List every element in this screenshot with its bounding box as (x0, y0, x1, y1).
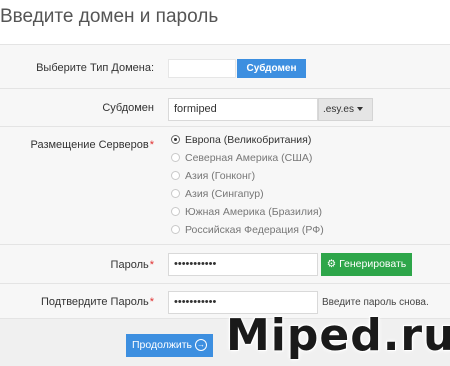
server-option-south-america[interactable]: Южная Америка (Бразилия) (171, 206, 322, 218)
password-label-text: Пароль (110, 259, 149, 271)
server-option-label: Азия (Сингапур) (185, 188, 264, 200)
server-location-label: Размещение Серверов* (30, 139, 154, 151)
continue-label: Продолжить (131, 339, 193, 351)
domain-type-row: Выберите Тип Домена: Субдомен (0, 44, 450, 89)
generate-password-button[interactable]: ⚙ Генерировать (321, 253, 412, 276)
server-option-label: Европа (Великобритания) (185, 134, 312, 146)
radio-icon (171, 207, 180, 216)
server-option-label: Российская Федерация (РФ) (185, 224, 324, 236)
radio-icon (171, 189, 180, 198)
radio-icon (171, 225, 180, 234)
server-location-label-text: Размещение Серверов (30, 139, 149, 151)
domain-type-label: Выберите Тип Домена: (36, 62, 154, 74)
domain-suffix-value: .esy.es (323, 104, 354, 115)
domain-suffix-select[interactable]: .esy.es (318, 98, 373, 121)
generate-password-label: Генерировать (339, 258, 407, 270)
server-option-asia-sg[interactable]: Азия (Сингапур) (171, 188, 264, 200)
confirm-password-hint: Введите пароль снова. (322, 297, 429, 308)
password-input[interactable]: ••••••••••• (168, 253, 318, 276)
radio-icon (171, 153, 180, 162)
subdomain-row: Субдомен formiped .esy.es (0, 88, 450, 127)
server-option-label: Южная Америка (Бразилия) (185, 206, 323, 218)
chevron-down-icon (356, 107, 363, 112)
server-option-label: Северная Америка (США) (185, 152, 313, 164)
password-label: Пароль* (111, 259, 154, 271)
required-mark: * (149, 296, 154, 308)
server-option-north-america[interactable]: Северная Америка (США) (171, 152, 312, 164)
password-row: Пароль* ••••••••••• ⚙ Генерировать (0, 244, 450, 284)
watermark-logo: Miped.ru (226, 310, 450, 361)
subdomain-input[interactable]: formiped (168, 98, 318, 121)
domain-type-subdomain-button[interactable]: Субдомен (237, 59, 306, 78)
server-location-row: Размещение Серверов* Европа (Великобрита… (0, 126, 450, 245)
gear-icon: ⚙ (326, 258, 337, 270)
radio-icon (171, 171, 180, 180)
required-mark: * (149, 139, 154, 151)
continue-button[interactable]: Продолжить → (126, 334, 213, 357)
server-option-europe[interactable]: Европа (Великобритания) (171, 134, 311, 146)
page-title: Введите домен и пароль (0, 6, 219, 27)
arrow-right-icon: → (195, 339, 208, 352)
radio-selected-icon (171, 135, 180, 144)
subdomain-label: Субдомен (102, 102, 154, 114)
server-option-asia-hk[interactable]: Азия (Гонконг) (171, 170, 255, 182)
server-option-label: Азия (Гонконг) (185, 170, 256, 182)
required-mark: * (149, 259, 154, 271)
confirm-password-label: Подтвердите Пароль* (41, 296, 154, 308)
confirm-password-label-text: Подтвердите Пароль (40, 296, 149, 308)
domain-type-option-other[interactable] (168, 59, 236, 78)
server-option-russia[interactable]: Российская Федерация (РФ) (171, 224, 324, 236)
